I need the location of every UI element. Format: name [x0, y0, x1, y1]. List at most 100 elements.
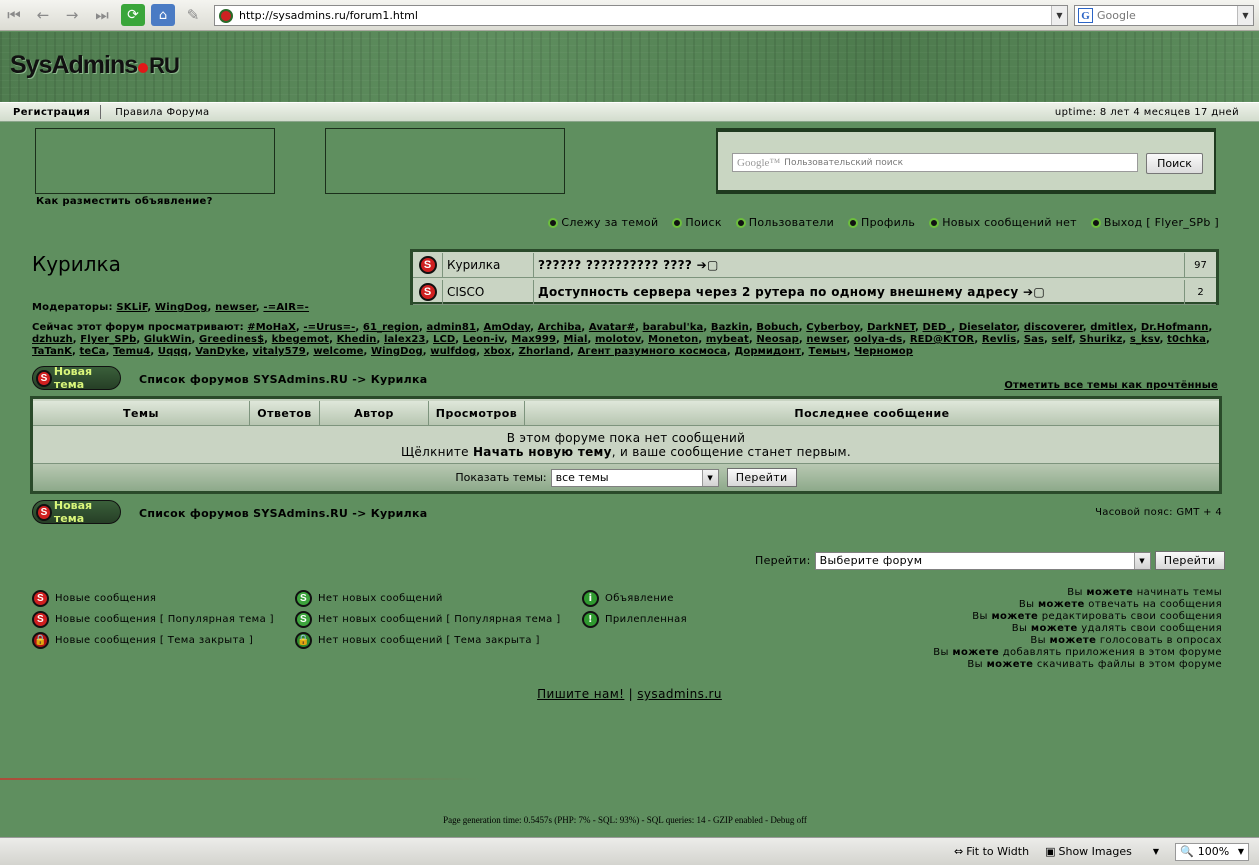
zoom-control[interactable]: 🔍 100% ▼: [1175, 842, 1249, 861]
viewer-link[interactable]: welcome: [313, 346, 363, 357]
viewer-link[interactable]: dzhuzh: [32, 334, 73, 345]
show-topics-go-button[interactable]: Перейти: [726, 468, 797, 487]
recent-topic-link[interactable]: Доступность сервера через 2 рутера по од…: [534, 280, 1185, 305]
show-topics-select[interactable]: все темы ▼: [550, 468, 719, 487]
viewer-link[interactable]: AmOday: [484, 322, 531, 333]
write-us-link[interactable]: Пишите нам!: [537, 687, 624, 701]
viewer-link[interactable]: discoverer: [1024, 322, 1083, 333]
users-link[interactable]: Пользователи: [735, 216, 834, 229]
search-dropdown-icon[interactable]: ▼: [1237, 6, 1253, 25]
viewer-link[interactable]: Dr.Hofmann: [1141, 322, 1209, 333]
url-bar[interactable]: http://sysadmins.ru/forum1.html ▼: [214, 5, 1068, 26]
viewer-link[interactable]: VanDyke: [195, 346, 245, 357]
pen-icon[interactable]: ✎: [181, 4, 205, 26]
viewer-link[interactable]: Temu4: [113, 346, 150, 357]
viewer-link[interactable]: Moneton: [648, 334, 698, 345]
viewer-link[interactable]: self: [1052, 334, 1072, 345]
viewer-link[interactable]: GlukWin: [144, 334, 192, 345]
viewer-link[interactable]: Zhorland: [519, 346, 570, 357]
custom-search-input[interactable]: Google™ Пользовательский поиск: [732, 153, 1138, 172]
viewer-link[interactable]: Дормидонт: [734, 346, 801, 357]
show-images-button[interactable]: ▣ Show Images ▼: [1045, 845, 1159, 858]
col-topics[interactable]: Темы: [33, 401, 250, 425]
col-replies[interactable]: Ответов: [250, 401, 320, 425]
recent-forum-link[interactable]: Курилка: [443, 253, 534, 278]
last-page-icon[interactable]: ⏭: [90, 4, 114, 26]
viewer-link[interactable]: Bobuch: [756, 322, 798, 333]
new-topic-button[interactable]: S Новая тема: [32, 365, 121, 391]
viewer-link[interactable]: Sas: [1024, 334, 1044, 345]
home-icon[interactable]: ⌂: [151, 4, 175, 26]
recent-row[interactable]: S CISCO Доступность сервера через 2 руте…: [413, 280, 1216, 305]
moderator-link[interactable]: -=AIR=-: [263, 302, 309, 313]
col-last-post[interactable]: Последнее сообщение: [525, 401, 1219, 425]
recent-forum-link[interactable]: CISCO: [443, 280, 534, 305]
jump-forum-select[interactable]: Выберите форум ▼: [814, 551, 1151, 570]
viewer-link[interactable]: kbegemot: [272, 334, 329, 345]
viewer-link[interactable]: Темыч: [809, 346, 847, 357]
jump-go-button[interactable]: Перейти: [1154, 551, 1225, 570]
viewer-link[interactable]: dmitlex: [1090, 322, 1133, 333]
moderator-link[interactable]: SKLiF: [116, 302, 147, 313]
viewer-link[interactable]: t0chka: [1167, 334, 1206, 345]
viewer-link[interactable]: WingDog: [371, 346, 423, 357]
rules-link[interactable]: Правила Форума: [101, 107, 209, 118]
viewer-link[interactable]: Greedines$: [199, 334, 264, 345]
viewer-link[interactable]: Leon-iv: [463, 334, 504, 345]
viewer-link[interactable]: Bazkin: [711, 322, 749, 333]
viewer-link[interactable]: 61_region: [363, 322, 419, 333]
viewer-link[interactable]: mybeat: [706, 334, 749, 345]
viewer-link[interactable]: -=Urus=-: [303, 322, 355, 333]
viewer-link[interactable]: xbox: [484, 346, 511, 357]
viewer-link[interactable]: Агент разумного космоса: [578, 346, 727, 357]
fit-to-width-button[interactable]: ⇔ Fit to Width: [954, 845, 1029, 858]
messages-link[interactable]: Новых сообщений нет: [929, 216, 1077, 229]
viewer-link[interactable]: Flyer_SPb: [80, 334, 136, 345]
viewer-link[interactable]: lalex23: [384, 334, 425, 345]
viewer-link[interactable]: DED_: [923, 322, 952, 333]
how-to-advertise-link[interactable]: Как разместить объявление?: [36, 196, 213, 207]
new-topic-button[interactable]: S Новая тема: [32, 499, 121, 525]
viewer-link[interactable]: LCD: [433, 334, 455, 345]
col-views[interactable]: Просмотров: [429, 401, 525, 425]
forward-icon[interactable]: →: [60, 4, 84, 26]
watched-topics-link[interactable]: Слежу за темой: [548, 216, 658, 229]
viewer-link[interactable]: wulfdog: [430, 346, 476, 357]
viewer-link[interactable]: Max999: [511, 334, 556, 345]
viewer-link[interactable]: molotov: [595, 334, 641, 345]
reload-icon[interactable]: ⟳: [121, 4, 145, 26]
back-icon[interactable]: ←: [31, 4, 55, 26]
browser-search-input[interactable]: G Google ▼: [1074, 5, 1254, 26]
viewer-link[interactable]: barabul'ka: [643, 322, 704, 333]
breadcrumb[interactable]: Список форумов SYSAdmins.RU -> Курилка: [139, 373, 428, 386]
viewer-link[interactable]: TaTanK: [32, 346, 72, 357]
breadcrumb[interactable]: Список форумов SYSAdmins.RU -> Курилка: [139, 507, 428, 520]
viewer-link[interactable]: oolya-ds: [854, 334, 903, 345]
ad-slot-1[interactable]: [35, 128, 275, 194]
moderator-link[interactable]: newser: [215, 302, 256, 313]
viewer-link[interactable]: RED@KTOR: [910, 334, 975, 345]
viewer-link[interactable]: Черномор: [854, 346, 913, 357]
viewer-link[interactable]: #MoHaX: [247, 322, 296, 333]
viewer-link[interactable]: Avatar#: [589, 322, 635, 333]
recent-topic-link[interactable]: ?????? ?????????? ???? ➔▢: [534, 253, 1185, 278]
recent-row[interactable]: S Курилка ?????? ?????????? ???? ➔▢ 97: [413, 253, 1216, 278]
col-author[interactable]: Автор: [320, 401, 429, 425]
viewer-link[interactable]: Uqqq: [158, 346, 188, 357]
viewer-link[interactable]: Mial: [564, 334, 588, 345]
viewer-link[interactable]: vitaly579: [253, 346, 306, 357]
site-logo[interactable]: SysAdmins RU: [10, 51, 180, 80]
logout-link[interactable]: Выход [ Flyer_SPb ]: [1090, 216, 1219, 229]
viewer-link[interactable]: s_ksv: [1130, 334, 1160, 345]
viewer-link[interactable]: Archiba: [538, 322, 582, 333]
site-link[interactable]: sysadmins.ru: [637, 687, 722, 701]
registration-link[interactable]: Регистрация: [0, 105, 102, 119]
search-link[interactable]: Поиск: [672, 216, 721, 229]
url-dropdown-icon[interactable]: ▼: [1051, 6, 1067, 25]
viewer-link[interactable]: teCa: [80, 346, 106, 357]
viewer-link[interactable]: Dieselator: [959, 322, 1017, 333]
first-page-icon[interactable]: ⏮: [2, 4, 26, 26]
viewer-link[interactable]: newser: [806, 334, 846, 345]
ad-slot-2[interactable]: [325, 128, 565, 194]
viewer-link[interactable]: Neosap: [756, 334, 798, 345]
